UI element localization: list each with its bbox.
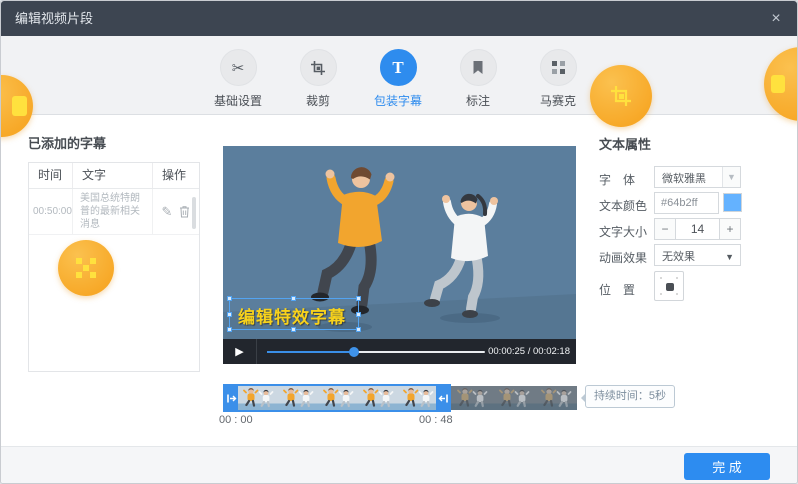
- close-icon[interactable]: ×: [765, 8, 787, 30]
- subtitle-table: 时间 文字 操作 00:50:00 美国总统特朗普的最新相关消息 ✎: [28, 162, 200, 372]
- timeline-end-time: 00 : 48: [419, 414, 453, 426]
- size-value: 14: [676, 218, 719, 240]
- filmstrip-frame: [282, 387, 314, 408]
- resize-handle[interactable]: [291, 296, 296, 301]
- player-controls: ▶ 00:00:25 / 00:02:18: [223, 339, 576, 364]
- progress-thumb[interactable]: [349, 347, 360, 357]
- tab-label: 裁剪: [305, 94, 330, 108]
- done-button[interactable]: 完 成: [684, 453, 770, 480]
- timeline-selected-region[interactable]: [223, 384, 451, 412]
- column-header-text: 文字: [73, 163, 153, 188]
- edit-video-clip-dialog: 编辑视频片段 × ✂ 基础设置 裁剪 T 包装字幕 标注 马赛克 已添加的字幕 …: [0, 0, 798, 484]
- position-label: 位 置: [599, 283, 636, 297]
- subtitle-text: 美国总统特朗普的最新相关消息: [73, 189, 153, 234]
- position-picker[interactable]: [654, 271, 684, 301]
- subtitle-overlay-box[interactable]: 编辑特效字幕: [227, 296, 361, 332]
- minus-button[interactable]: −: [654, 218, 676, 240]
- filmstrip-frame: [362, 387, 394, 408]
- tab-label: 标注: [465, 94, 490, 108]
- mode-tabs: ✂ 基础设置 裁剪 T 包装字幕 标注 马赛克: [198, 49, 598, 109]
- trim-right-icon[interactable]: [438, 394, 448, 403]
- properties-panel-title: 文本属性: [599, 137, 652, 152]
- tab-label: 马赛克: [539, 94, 576, 108]
- subtitle-overlay-text: 编辑特效字幕: [238, 308, 346, 327]
- mosaic-icon: [551, 61, 565, 74]
- color-input[interactable]: #64b2ff: [654, 192, 719, 214]
- subtitle-table-header: 时间 文字 操作: [29, 163, 199, 189]
- crop-icon: [611, 86, 631, 106]
- color-value: #64b2ff: [661, 197, 698, 209]
- color-label: 文本颜色: [599, 199, 648, 213]
- mosaic-icon: [76, 258, 96, 278]
- floating-badge-crop-icon: [590, 65, 652, 127]
- rect-icon: [11, 96, 27, 116]
- filmstrip-frame: [498, 387, 530, 408]
- tab-crop[interactable]: 裁剪: [278, 49, 358, 109]
- dialog-footer: 完 成: [1, 446, 797, 483]
- subtitle-row[interactable]: 00:50:00 美国总统特朗普的最新相关消息 ✎: [29, 189, 199, 235]
- chevron-down-icon: ▼: [725, 252, 734, 262]
- text-icon: T: [392, 57, 404, 77]
- video-screen: 编辑特效字幕: [223, 146, 576, 339]
- mode-toolbar: ✂ 基础设置 裁剪 T 包装字幕 标注 马赛克: [1, 36, 797, 115]
- video-preview: 编辑特效字幕 ▶ 00:00:25 / 00:02:18: [223, 146, 576, 364]
- resize-handle[interactable]: [356, 296, 361, 301]
- play-icon[interactable]: ▶: [223, 339, 257, 364]
- size-label: 文字大小: [599, 225, 648, 239]
- progress-track[interactable]: [267, 347, 485, 357]
- column-header-time: 时间: [29, 163, 73, 188]
- filmstrip-frame: [456, 387, 488, 408]
- font-size-stepper: − 14 +: [654, 218, 741, 240]
- plus-button[interactable]: +: [719, 218, 741, 240]
- progress-fill: [267, 351, 355, 353]
- dialog-titlebar: 编辑视频片段 ×: [1, 1, 797, 36]
- resize-handle[interactable]: [227, 327, 232, 332]
- scissors-icon: ✂: [231, 59, 245, 77]
- resize-handle[interactable]: [227, 312, 232, 317]
- resize-handle[interactable]: [356, 312, 361, 317]
- timeline-unselected-region[interactable]: [451, 386, 577, 410]
- resize-handle[interactable]: [356, 327, 361, 332]
- crop-icon: [311, 60, 325, 75]
- bookmark-icon: [473, 61, 483, 74]
- tab-mosaic[interactable]: 马赛克: [518, 49, 598, 109]
- tab-label: 包装字幕: [373, 94, 422, 108]
- font-label: 字 体: [599, 173, 636, 187]
- filmstrip-frame: [242, 387, 274, 408]
- tab-annotation[interactable]: 标注: [438, 49, 518, 109]
- column-header-ops: 操作: [162, 168, 187, 182]
- subtitle-time: 00:50:00: [29, 189, 73, 234]
- subtitle-panel-title: 已添加的字幕: [28, 136, 107, 151]
- table-scrollbar[interactable]: [192, 197, 196, 229]
- filmstrip-frame: [540, 387, 572, 408]
- filmstrip-frame: [322, 387, 354, 408]
- animation-label: 动画效果: [599, 251, 648, 265]
- tab-label: 基础设置: [213, 94, 262, 108]
- animation-select[interactable]: 无效果 ▼: [654, 244, 741, 266]
- tab-basic-settings[interactable]: ✂ 基础设置: [198, 49, 278, 109]
- color-swatch[interactable]: [723, 193, 742, 212]
- animation-value: 无效果: [662, 251, 695, 263]
- font-value: 微软雅黑: [662, 173, 706, 185]
- time-display: 00:00:25 / 00:02:18: [488, 346, 570, 357]
- resize-handle[interactable]: [227, 296, 232, 301]
- font-select[interactable]: 微软雅黑 ▼: [654, 166, 741, 188]
- trim-handle-left: [225, 386, 238, 410]
- resize-handle[interactable]: [291, 327, 296, 332]
- rect-icon: [771, 75, 785, 93]
- tab-subtitle[interactable]: T 包装字幕: [358, 49, 438, 109]
- filmstrip-frame: [402, 387, 434, 408]
- duration-tooltip: 持续时间：5秒: [581, 385, 675, 408]
- timeline-filmstrip: [238, 386, 436, 410]
- delete-icon[interactable]: [179, 205, 190, 218]
- dialog-title: 编辑视频片段: [15, 11, 94, 26]
- floating-badge-mosaic-icon: [58, 240, 114, 296]
- edit-icon[interactable]: ✎: [162, 204, 173, 220]
- trim-handle-right: [436, 386, 449, 410]
- timeline-start-time: 00 : 00: [219, 414, 253, 426]
- position-dot: [666, 283, 674, 291]
- trim-left-icon[interactable]: [226, 394, 237, 403]
- chevron-down-icon[interactable]: ▼: [722, 167, 740, 187]
